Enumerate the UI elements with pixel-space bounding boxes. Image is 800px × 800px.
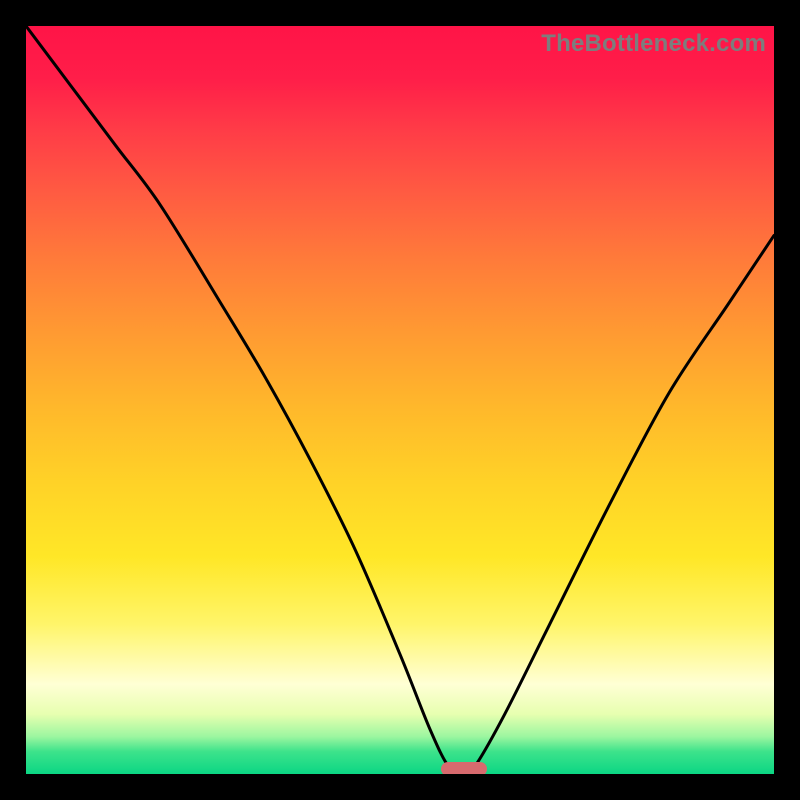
- chart-frame: TheBottleneck.com: [0, 0, 800, 800]
- plot-area: TheBottleneck.com: [26, 26, 774, 774]
- optimum-marker: [441, 762, 487, 774]
- bottleneck-curve: [26, 26, 774, 774]
